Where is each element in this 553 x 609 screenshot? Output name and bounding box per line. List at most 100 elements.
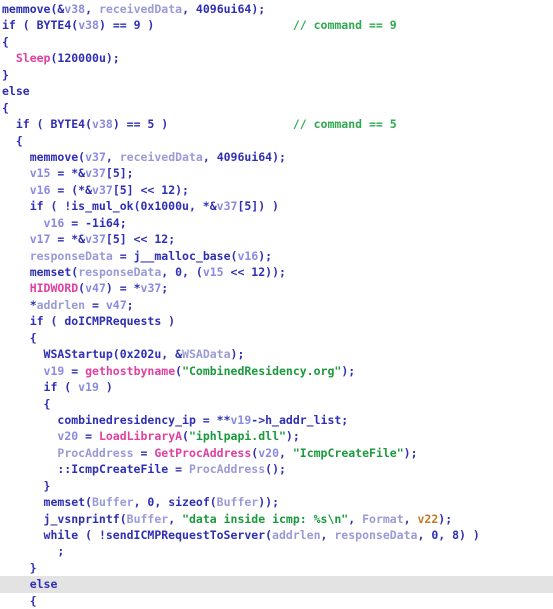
code-token-def[interactable]: ; xyxy=(2,544,64,558)
code-token-def[interactable] xyxy=(2,166,30,180)
code-token-def[interactable]: [5]) ) xyxy=(237,199,279,213)
code-token-glb[interactable]: ProcAddress xyxy=(189,462,265,476)
code-token-str[interactable]: "CombinedResidency.org" xyxy=(182,364,341,378)
code-token-def[interactable]: ) xyxy=(99,380,113,394)
code-line[interactable]: v16 = (*&v37[5] << 12); xyxy=(0,182,553,198)
code-line[interactable]: else xyxy=(0,576,553,593)
code-token-def[interactable] xyxy=(2,429,57,443)
code-token-def[interactable]: , xyxy=(106,150,120,164)
code-token-def[interactable]: WSAStartup xyxy=(44,347,113,361)
code-token-def[interactable]: (120000u); xyxy=(50,51,119,65)
code-token-def[interactable]: [5] << 12; xyxy=(106,232,175,246)
code-token-kw[interactable]: if ( xyxy=(2,314,64,328)
code-line[interactable]: memmove(v37, receivedData, 4096ui64); xyxy=(0,149,553,165)
code-token-def[interactable]: { xyxy=(2,35,9,49)
pseudocode-view[interactable]: memmove(&v38, receivedData, 4096ui64); if… xyxy=(0,0,553,608)
code-line[interactable]: if ( !is_mul_ok(0x1000u, *&v37[5]) ) xyxy=(0,198,553,214)
code-token-api[interactable]: GetProcAddress xyxy=(154,446,251,460)
code-line[interactable]: ; xyxy=(0,543,553,559)
code-token-loc[interactable]: v16 xyxy=(30,183,51,197)
code-line[interactable]: v16 = -1i64; xyxy=(0,215,553,231)
code-token-def[interactable]: = xyxy=(113,249,134,263)
code-token-def[interactable]: ); xyxy=(341,364,355,378)
code-token-def[interactable]: ); xyxy=(286,429,300,443)
code-token-def[interactable]: ); xyxy=(272,150,286,164)
code-line[interactable]: else xyxy=(0,83,553,99)
code-token-str[interactable]: "IcmpCreateFile" xyxy=(293,446,404,460)
code-token-def[interactable]: )); xyxy=(258,495,279,509)
code-token-loc[interactable]: v47 xyxy=(106,298,127,312)
code-token-def[interactable] xyxy=(2,512,44,526)
code-token-def[interactable] xyxy=(154,18,292,32)
code-token-def[interactable]: = xyxy=(64,364,85,378)
code-token-api[interactable]: LoadLibraryA xyxy=(99,429,182,443)
code-token-def[interactable]: = xyxy=(168,462,189,476)
code-token-glb[interactable]: responseData xyxy=(334,528,417,542)
code-token-def[interactable] xyxy=(2,249,30,263)
code-token-def[interactable]: = ** xyxy=(196,413,231,427)
code-token-def[interactable]: = xyxy=(134,446,155,460)
code-line[interactable]: HIDWORD(v47) = *v37; xyxy=(0,280,553,296)
code-token-def[interactable] xyxy=(2,413,57,427)
code-token-loc[interactable]: v15 xyxy=(203,265,224,279)
code-token-glb[interactable]: responseData xyxy=(78,265,161,279)
code-token-def[interactable]: ); xyxy=(231,347,245,361)
code-token-def[interactable]: << 12)); xyxy=(224,265,286,279)
code-token-def[interactable]: , 0, sizeof( xyxy=(134,495,217,509)
code-line[interactable]: if ( doICMPRequests ) xyxy=(0,313,553,329)
code-token-kw[interactable]: if ( xyxy=(2,199,64,213)
code-token-def[interactable]: !is_mul_ok xyxy=(64,199,133,213)
code-token-glb[interactable]: addrlen xyxy=(272,528,320,542)
code-token-def[interactable]: ); xyxy=(438,512,452,526)
code-token-glb[interactable]: ProcAddress xyxy=(57,446,133,460)
code-line[interactable]: ::IcmpCreateFile = ProcAddress(); xyxy=(0,461,553,477)
code-token-def[interactable]: IcmpCreateFile xyxy=(71,462,168,476)
code-token-loc[interactable]: v37 xyxy=(85,150,106,164)
code-token-def[interactable] xyxy=(2,364,44,378)
code-token-kw[interactable]: else xyxy=(2,577,58,591)
code-token-def[interactable]: (& xyxy=(50,2,64,16)
code-line[interactable]: v19 = gethostbyname("CombinedResidency.o… xyxy=(0,363,553,379)
code-token-def[interactable]: } xyxy=(2,68,9,82)
code-line[interactable]: { xyxy=(0,34,553,50)
code-line[interactable]: { xyxy=(0,396,553,412)
code-line[interactable]: { xyxy=(0,100,553,116)
code-token-def[interactable]: !sendICMPRequestToServer xyxy=(99,528,265,542)
code-token-loc[interactable]: v20 xyxy=(258,446,279,460)
code-token-def[interactable]: (0x202u, & xyxy=(113,347,182,361)
code-token-kw[interactable]: if ( xyxy=(2,18,37,32)
code-line[interactable]: memset(Buffer, 0, sizeof(Buffer)); xyxy=(0,494,553,510)
code-token-def[interactable]: (0x1000u, *& xyxy=(134,199,217,213)
code-token-def[interactable]: , 0, ( xyxy=(161,265,203,279)
code-token-str[interactable]: "data inside icmp: %s\n" xyxy=(182,512,348,526)
code-token-loc[interactable]: v15 xyxy=(30,166,51,180)
code-token-loc[interactable]: v17 xyxy=(30,232,51,246)
code-token-loc[interactable]: v19 xyxy=(44,364,65,378)
code-token-loc[interactable]: v37 xyxy=(85,166,106,180)
code-token-loc[interactable]: v38 xyxy=(78,18,99,32)
code-token-def[interactable]: BYTE4 xyxy=(37,18,72,32)
code-token-def[interactable] xyxy=(2,216,44,230)
code-token-kw[interactable]: while ( xyxy=(2,528,99,542)
code-line[interactable]: if ( BYTE4(v38) == 5 ) // command == 5 xyxy=(0,116,553,132)
code-token-kw[interactable]: if ( xyxy=(2,380,78,394)
code-token-glb[interactable]: Buffer xyxy=(217,495,259,509)
code-token-def[interactable]: :: xyxy=(2,462,71,476)
code-token-def[interactable] xyxy=(168,117,293,131)
code-token-def[interactable]: , xyxy=(203,150,217,164)
code-line[interactable]: v17 = *&v37[5] << 12; xyxy=(0,231,553,247)
code-line[interactable]: responseData = j__malloc_base(v16); xyxy=(0,248,553,264)
code-token-def[interactable]: memmove xyxy=(2,2,50,16)
code-token-def[interactable] xyxy=(2,183,30,197)
code-token-def[interactable] xyxy=(2,446,57,460)
code-token-str[interactable]: "iphlpapi.dll" xyxy=(189,429,286,443)
code-token-num[interactable]: 4096ui64 xyxy=(217,150,272,164)
code-token-def[interactable]: ( xyxy=(182,429,189,443)
code-token-def[interactable]: ) xyxy=(161,314,175,328)
code-token-def[interactable]: ; xyxy=(161,281,168,295)
code-token-glb[interactable]: Buffer xyxy=(92,495,134,509)
code-token-glb[interactable]: WSAData xyxy=(182,347,230,361)
code-token-loc[interactable]: v38 xyxy=(92,117,113,131)
code-line[interactable]: v15 = *&v37[5]; xyxy=(0,165,553,181)
code-line[interactable]: memmove(&v38, receivedData, 4096ui64); xyxy=(0,1,553,17)
